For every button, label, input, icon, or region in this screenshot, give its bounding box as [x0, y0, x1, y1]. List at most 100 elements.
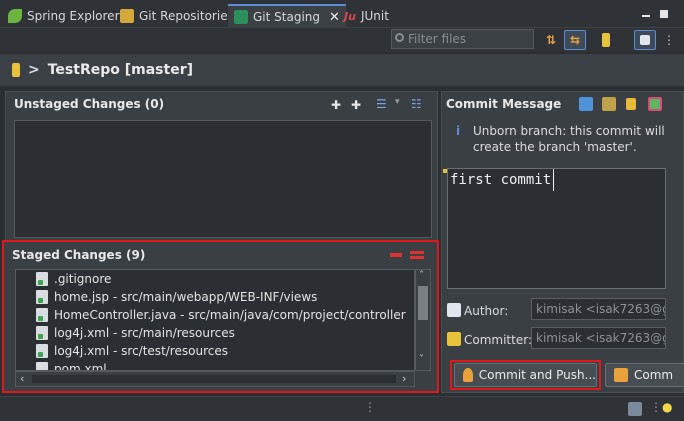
author-icon [447, 303, 461, 317]
staged-changes-panel: Staged Changes (9) .gitignore home.jsp -… [2, 240, 439, 393]
stage-selected-icon[interactable]: ✚ [331, 98, 341, 112]
link-icon: ⇆ [569, 33, 581, 47]
notification-icon[interactable] [628, 402, 642, 416]
tree-view-icon[interactable]: ☷ [411, 97, 422, 111]
xml-file-icon [36, 362, 48, 370]
staging-toolbar: Filter files ⇅ ⇆ ⋮ [0, 28, 684, 52]
filter-placeholder: Filter files [408, 32, 467, 46]
junit-icon: Ju [344, 9, 356, 23]
view-tab-bar: Spring Explorer Git Repositories Git Sta… [0, 0, 684, 28]
view-menu-button[interactable]: ⋮ [658, 30, 680, 50]
repository-title: TestRepo [master] [47, 62, 193, 78]
amend-icon[interactable] [579, 97, 593, 111]
committer-field[interactable]: kimisak <isak7263@gm [531, 327, 666, 349]
commit-and-push-label: Commit and Push... [478, 368, 596, 382]
author-value: kimisak <isak7263@gm [536, 302, 665, 316]
scroll-down-icon[interactable]: ˅ [419, 354, 424, 365]
commit-push-highlight: Commit and Push... [450, 360, 601, 390]
file-icon [36, 272, 48, 286]
committer-icon [447, 332, 461, 346]
scroll-right-icon[interactable]: › [402, 372, 406, 385]
staged-file-list[interactable]: .gitignore home.jsp - src/main/webapp/WE… [15, 269, 415, 371]
repository-header: > TestRepo [master] [0, 54, 684, 86]
java-file-icon [36, 308, 48, 322]
link-selection-button[interactable]: ⇆ [564, 30, 586, 50]
tab-label: Git Staging [253, 10, 321, 24]
xml-file-icon [36, 326, 48, 340]
horizontal-scrollbar[interactable]: ‹ › [15, 371, 415, 387]
dropdown-chevron-icon[interactable]: ▾ [395, 97, 400, 107]
git-staging-icon [234, 10, 248, 24]
scroll-left-icon[interactable]: ‹ [20, 372, 24, 385]
git-repo-icon [120, 9, 134, 23]
commit-title: Commit Message [446, 97, 562, 111]
info-icon: i [456, 124, 461, 138]
maximize-icon[interactable] [660, 10, 668, 18]
tab-junit[interactable]: Ju JUnit [338, 4, 395, 28]
search-icon [395, 33, 404, 42]
view-menu-icon: ⋮ [663, 33, 675, 47]
committer-value: kimisak <isak7263@gm [536, 331, 665, 345]
committer-label: Committer: [464, 333, 532, 347]
status-menu-icon[interactable]: ⋮ [650, 400, 662, 414]
staged-file-row[interactable]: log4j.xml - src/main/resources [16, 324, 414, 342]
file-name: HomeController.java - src/main/java/com/… [54, 308, 406, 322]
spring-leaf-icon [8, 9, 22, 23]
sign-commit-icon[interactable] [626, 98, 636, 110]
file-name: log4j.xml - src/main/resources [54, 326, 235, 340]
scroll-up-icon[interactable]: ˄ [419, 270, 424, 281]
staged-file-row[interactable]: .gitignore [16, 270, 414, 288]
file-icon [36, 290, 48, 304]
tab-label: Spring Explorer [27, 9, 120, 23]
staged-header: Staged Changes (9) [4, 242, 437, 268]
stage-all-icon[interactable]: ✚ [351, 98, 361, 112]
unstaged-file-list[interactable] [14, 120, 432, 238]
tab-label: Git Repositories [139, 9, 234, 23]
commit-message-text: first commit [448, 169, 555, 191]
tab-label: JUnit [360, 9, 389, 23]
staged-file-row[interactable]: pom.xml [16, 360, 414, 371]
commit-button[interactable]: Comm [605, 363, 684, 387]
commit-header: Commit Message [442, 92, 683, 116]
commit-label: Comm [634, 368, 674, 382]
add-change-id-icon[interactable] [648, 97, 662, 111]
list-view-icon[interactable]: ☰ [376, 97, 387, 111]
refresh-icon: ⇅ [545, 33, 557, 47]
file-name: .gitignore [54, 272, 112, 286]
layout-button[interactable] [634, 30, 656, 50]
commit-and-push-button[interactable]: Commit and Push... [454, 363, 597, 387]
staged-title: Staged Changes (9) [12, 248, 146, 262]
commit-message-textarea[interactable]: first commit [447, 168, 666, 289]
minimize-icon[interactable] [642, 15, 650, 17]
staged-file-row[interactable]: log4j.xml - src/test/resources [16, 342, 414, 360]
unstaged-header: Unstaged Changes (0) [6, 92, 437, 116]
vertical-scrollbar[interactable]: ˄ ˅ [415, 269, 431, 371]
repository-icon [12, 63, 20, 77]
repository-button[interactable] [595, 30, 617, 50]
author-field[interactable]: kimisak <isak7263@gm [531, 298, 666, 320]
staged-file-row[interactable]: home.jsp - src/main/webapp/WEB-INF/views [16, 288, 414, 306]
scroll-thumb[interactable] [418, 286, 428, 320]
unstaged-changes-panel: Unstaged Changes (0) ✚ ✚ ☰ ▾ ☷ [5, 91, 438, 241]
scroll-thumb-horizontal[interactable] [32, 375, 396, 383]
unstage-all-icon[interactable] [410, 251, 424, 259]
refresh-button[interactable]: ⇅ [540, 30, 562, 50]
lightbulb-icon[interactable]: ● [662, 400, 672, 414]
status-bar: ⋮ ⋮ ● [0, 396, 684, 421]
author-label: Author: [464, 304, 509, 318]
status-drag-handle-icon[interactable]: ⋮ [364, 400, 376, 414]
file-name: log4j.xml - src/test/resources [54, 344, 228, 358]
unstage-selected-icon[interactable] [390, 253, 402, 257]
commit-message-panel: Commit Message i Unborn branch: this com… [441, 91, 684, 393]
tab-spring-explorer[interactable]: Spring Explorer [2, 4, 126, 28]
file-name: home.jsp - src/main/webapp/WEB-INF/views [54, 290, 318, 304]
signed-off-icon[interactable] [602, 97, 616, 111]
filter-files-input[interactable]: Filter files [391, 29, 534, 49]
tab-git-staging[interactable]: Git Staging ✕ [228, 4, 346, 28]
unborn-branch-info: Unborn branch: this commit will create t… [473, 124, 665, 154]
tab-git-repositories[interactable]: Git Repositories [114, 4, 240, 28]
staged-file-row[interactable]: HomeController.java - src/main/java/com/… [16, 306, 414, 324]
push-upload-icon [463, 368, 473, 382]
layout-icon [640, 35, 650, 45]
file-name: pom.xml [54, 362, 107, 371]
